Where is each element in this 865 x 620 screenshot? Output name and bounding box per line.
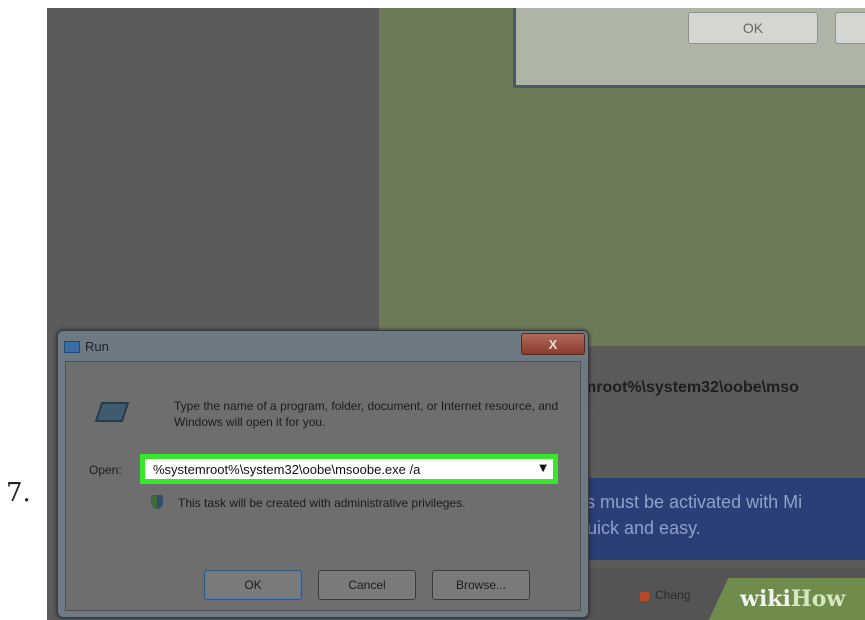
background-ok-button[interactable]: OK	[688, 12, 818, 44]
ok-button[interactable]: OK	[204, 570, 302, 600]
browse-button[interactable]: Browse...	[432, 570, 530, 600]
open-combobox[interactable]: %systemroot%\system32\oobe\msoobe.exe /a…	[140, 454, 558, 484]
wikihow-wiki: wiki	[740, 586, 791, 612]
wikihow-logo: wikiHow	[740, 586, 845, 612]
screenshot-area: OK mroot%\system32\oobe\mso vs must be a…	[47, 8, 865, 620]
background-second-button[interactable]	[835, 12, 865, 44]
dropdown-arrow-icon[interactable]: ▼	[539, 463, 547, 474]
activation-line-2: quick and easy.	[577, 518, 701, 538]
close-button[interactable]: X	[521, 333, 585, 355]
step-number: 7.	[6, 478, 31, 508]
change-link[interactable]: Chang	[655, 588, 690, 602]
wikihow-how: How	[790, 586, 846, 612]
change-icon	[640, 592, 649, 601]
cancel-button[interactable]: Cancel	[318, 570, 416, 600]
run-window-icon	[64, 340, 80, 353]
run-description: Type the name of a program, folder, docu…	[174, 399, 559, 429]
admin-privileges-note: This task will be created with administr…	[178, 496, 466, 510]
run-body: Type the name of a program, folder, docu…	[65, 361, 581, 611]
open-input[interactable]: %systemroot%\system32\oobe\msoobe.exe /a	[153, 462, 420, 477]
run-dialog: Run X Type the name of a program, folder…	[57, 330, 589, 618]
run-program-icon	[94, 402, 130, 422]
background-command-text: mroot%\system32\oobe\mso	[582, 379, 799, 396]
open-label: Open:	[89, 463, 122, 477]
uac-shield-icon	[151, 495, 163, 509]
run-titlebar: Run	[64, 339, 109, 354]
activation-line-1: vs must be activated with Mi	[577, 492, 803, 512]
run-title: Run	[85, 339, 109, 354]
